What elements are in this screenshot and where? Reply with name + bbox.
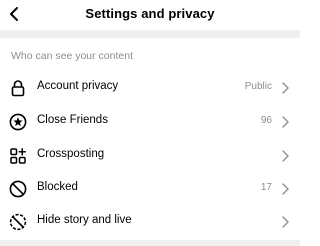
page-title: Settings and privacy (85, 6, 215, 21)
chevron-right-icon (282, 82, 289, 94)
section-divider (0, 30, 300, 38)
chevron-right-icon (282, 183, 289, 195)
lock-icon (11, 80, 25, 97)
chevron-right-icon (282, 116, 289, 128)
account-privacy-value: Public (244, 81, 272, 92)
section-label: Who can see your content (11, 50, 133, 62)
bottom-divider (0, 240, 300, 246)
close-friends-label: Close Friends (37, 114, 108, 126)
hide-story-icon (9, 213, 27, 231)
account-privacy-row[interactable]: Account privacy Public (0, 72, 300, 105)
crossposting-row[interactable]: Crossposting (0, 140, 300, 173)
star-circle-icon (9, 113, 27, 131)
blocked-count: 17 (260, 182, 272, 193)
hide-story-and-live-row[interactable]: Hide story and live (0, 206, 300, 239)
chevron-right-icon (282, 150, 289, 162)
blocked-icon (9, 180, 27, 198)
blocked-label: Blocked (37, 181, 78, 193)
crossposting-label: Crossposting (37, 148, 105, 160)
blocked-row[interactable]: Blocked 17 (0, 173, 300, 206)
hide-story-and-live-label: Hide story and live (37, 214, 132, 226)
close-friends-row[interactable]: Close Friends 96 (0, 106, 300, 139)
account-privacy-label: Account privacy (37, 80, 119, 92)
chevron-right-icon (282, 216, 289, 228)
close-friends-count: 96 (260, 115, 272, 126)
crossposting-icon (10, 148, 26, 164)
top-bar: Settings and privacy (0, 0, 300, 30)
